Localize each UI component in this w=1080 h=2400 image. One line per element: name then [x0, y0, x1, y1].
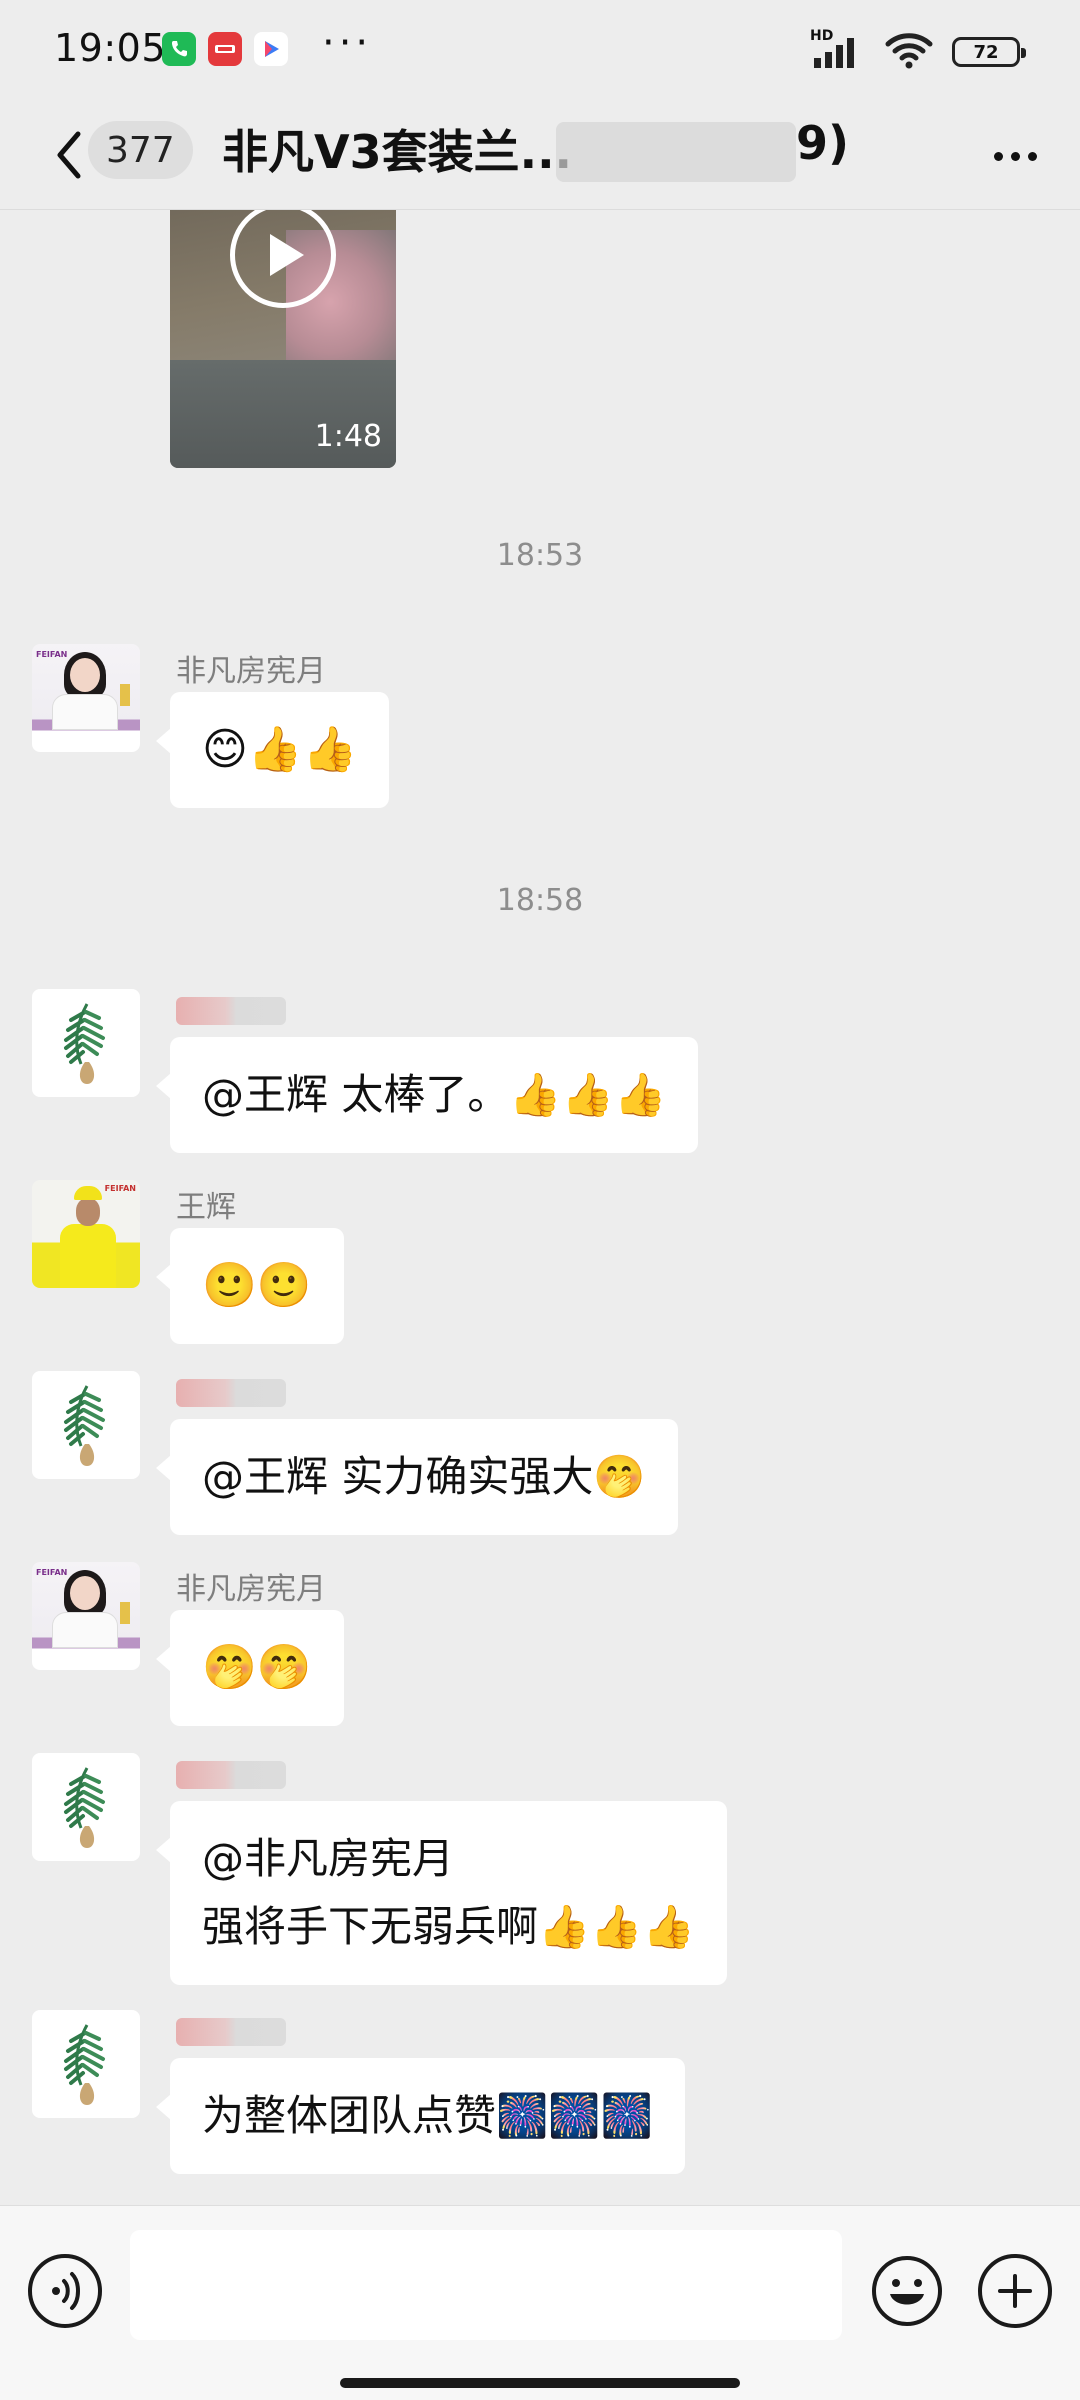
more-dot-icon [1027, 151, 1037, 161]
leaf-logo-icon [64, 2024, 105, 2105]
video-duration: 1:48 [314, 419, 382, 454]
smiley-icon [872, 2256, 942, 2326]
video-app-icon [254, 32, 288, 66]
video-message[interactable]: 1:48 [170, 210, 396, 468]
message-text: 🙂🙂 [202, 1260, 312, 1311]
message-bubble[interactable]: 为整体团队点赞🎆🎆🎆 [156, 2058, 685, 2174]
message-list[interactable]: 1:48 18:53 FEIFAN 非凡房宪月 😊👍👍 18:58 @王辉 太棒… [0, 210, 1080, 2205]
redacted-sender-name [176, 1761, 286, 1789]
chevron-left-icon [57, 131, 81, 179]
notification-icons [162, 32, 288, 66]
status-time: 19:05 [54, 26, 167, 70]
status-bar: 19:05 ··· HD 72 [0, 0, 1080, 100]
redacted-sender-name [176, 1379, 286, 1407]
avatar-leaf-logo[interactable] [32, 1753, 140, 1861]
voice-input-button[interactable] [28, 2254, 102, 2328]
sender-name: 王辉 [176, 1190, 236, 1225]
leaf-logo-icon [64, 1385, 105, 1466]
redacted-title-part [556, 122, 796, 182]
message-text-line: 强将手下无弱兵啊👍👍👍 [202, 1902, 695, 1951]
message-bubble[interactable]: @非凡房宪月 强将手下无弱兵啊👍👍👍 [156, 1801, 727, 1985]
message-bubble[interactable]: @王辉 实力确实强大🤭 [156, 1419, 678, 1535]
wifi-icon [884, 30, 934, 74]
system-indicators: HD 72 [810, 28, 1026, 74]
signal-icon: HD [810, 28, 866, 72]
add-attachment-button[interactable] [978, 2254, 1052, 2328]
sender-name: 非凡房宪月 [176, 1572, 326, 1607]
avatar-leaf-logo[interactable] [32, 1371, 140, 1479]
avatar-leaf-logo[interactable] [32, 989, 140, 1097]
more-dot-icon [993, 151, 1003, 161]
phone-app-icon [162, 32, 196, 66]
news-app-icon [208, 32, 242, 66]
message-text: @王辉 实力确实强大🤭 [202, 1452, 646, 1501]
emoji-button[interactable] [870, 2254, 944, 2328]
message-text: 为整体团队点赞🎆🎆🎆 [202, 2091, 653, 2140]
message-text-line: @非凡房宪月 [202, 1834, 455, 1883]
chat-title-suffix: 9) [796, 116, 850, 170]
more-options-button[interactable] [980, 126, 1050, 186]
message-text: @王辉 太棒了。👍👍👍 [202, 1070, 667, 1119]
unread-count-badge[interactable]: 377 [88, 121, 193, 179]
home-indicator[interactable] [340, 2378, 740, 2388]
avatar-man-portrait[interactable]: FEIFAN [32, 1180, 140, 1288]
avatar-woman-portrait[interactable]: FEIFAN [32, 1562, 140, 1670]
input-bar [0, 2205, 1080, 2400]
chat-screen: 19:05 ··· HD 72 377 非凡V3套装兰... 9) 1:48 1… [0, 0, 1080, 2400]
message-bubble[interactable]: 🙂🙂 [156, 1228, 344, 1344]
message-timestamp: 18:53 [496, 538, 584, 573]
redacted-sender-name [176, 2018, 286, 2046]
battery-icon: 72 [952, 37, 1026, 67]
avatar-woman-portrait[interactable]: FEIFAN [32, 644, 140, 752]
sender-name: 非凡房宪月 [176, 654, 326, 689]
message-bubble[interactable]: @王辉 太棒了。👍👍👍 [155, 1037, 699, 1153]
message-bubble[interactable]: 😊👍👍 [155, 692, 390, 808]
leaf-logo-icon [64, 1767, 105, 1848]
leaf-logo-icon [64, 1003, 105, 1084]
avatar-leaf-logo[interactable] [32, 2010, 140, 2118]
message-text: 🤭🤭 [202, 1642, 312, 1693]
chat-header: 377 非凡V3套装兰... 9) [0, 100, 1080, 210]
chat-title[interactable]: 非凡V3套装兰... [222, 116, 572, 182]
redacted-sender-name [176, 997, 286, 1025]
message-bubble[interactable]: 🤭🤭 [156, 1610, 344, 1726]
message-input[interactable] [130, 2230, 842, 2340]
message-text: 😊👍👍 [202, 724, 358, 775]
voice-icon [52, 2272, 80, 2310]
message-timestamp: 18:58 [496, 883, 584, 918]
more-dot-icon [1010, 151, 1020, 161]
more-notifications-icon: ··· [322, 20, 373, 66]
